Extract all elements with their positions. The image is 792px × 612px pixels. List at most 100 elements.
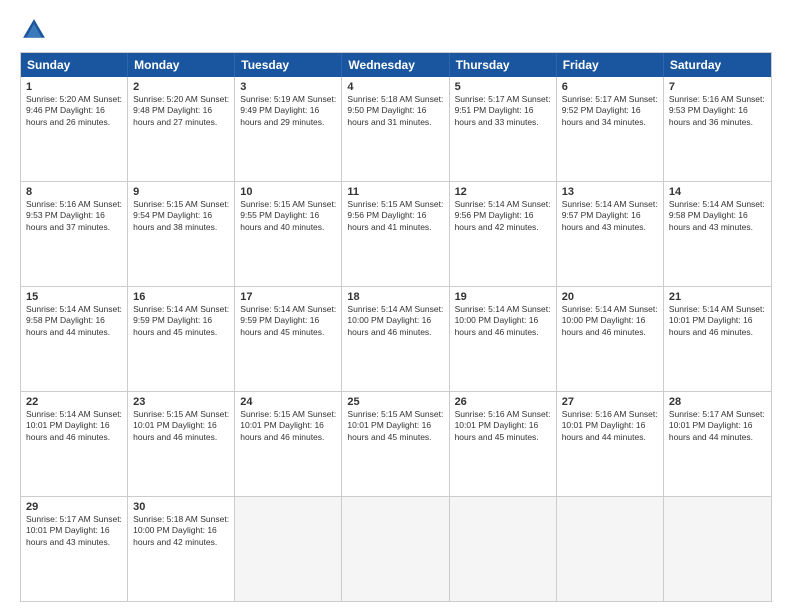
day-number: 5 [455, 81, 551, 93]
day-info: Sunrise: 5:14 AM Sunset: 10:01 PM Daylig… [669, 304, 766, 338]
day-number: 14 [669, 186, 766, 198]
day-number: 9 [133, 186, 229, 198]
day-info: Sunrise: 5:14 AM Sunset: 9:58 PM Dayligh… [669, 199, 766, 233]
logo [20, 16, 52, 44]
day-info: Sunrise: 5:14 AM Sunset: 9:58 PM Dayligh… [26, 304, 122, 338]
calendar-row: 1Sunrise: 5:20 AM Sunset: 9:46 PM Daylig… [21, 77, 771, 182]
day-info: Sunrise: 5:15 AM Sunset: 10:01 PM Daylig… [347, 409, 443, 443]
day-number: 8 [26, 186, 122, 198]
day-number: 26 [455, 396, 551, 408]
day-info: Sunrise: 5:15 AM Sunset: 10:01 PM Daylig… [133, 409, 229, 443]
calendar-cell: 1Sunrise: 5:20 AM Sunset: 9:46 PM Daylig… [21, 77, 128, 181]
day-number: 12 [455, 186, 551, 198]
day-info: Sunrise: 5:15 AM Sunset: 9:54 PM Dayligh… [133, 199, 229, 233]
header-friday: Friday [557, 53, 664, 77]
day-info: Sunrise: 5:18 AM Sunset: 9:50 PM Dayligh… [347, 94, 443, 128]
day-info: Sunrise: 5:14 AM Sunset: 9:57 PM Dayligh… [562, 199, 658, 233]
day-info: Sunrise: 5:17 AM Sunset: 9:52 PM Dayligh… [562, 94, 658, 128]
day-number: 19 [455, 291, 551, 303]
day-number: 28 [669, 396, 766, 408]
calendar-cell: 8Sunrise: 5:16 AM Sunset: 9:53 PM Daylig… [21, 182, 128, 286]
day-info: Sunrise: 5:17 AM Sunset: 10:01 PM Daylig… [669, 409, 766, 443]
calendar-row: 8Sunrise: 5:16 AM Sunset: 9:53 PM Daylig… [21, 182, 771, 287]
day-number: 3 [240, 81, 336, 93]
day-info: Sunrise: 5:18 AM Sunset: 10:00 PM Daylig… [133, 514, 229, 548]
day-number: 15 [26, 291, 122, 303]
day-number: 27 [562, 396, 658, 408]
day-number: 17 [240, 291, 336, 303]
calendar-cell: 4Sunrise: 5:18 AM Sunset: 9:50 PM Daylig… [342, 77, 449, 181]
header-wednesday: Wednesday [342, 53, 449, 77]
calendar-cell [235, 497, 342, 601]
calendar-cell: 25Sunrise: 5:15 AM Sunset: 10:01 PM Dayl… [342, 392, 449, 496]
header-thursday: Thursday [450, 53, 557, 77]
day-info: Sunrise: 5:14 AM Sunset: 10:00 PM Daylig… [455, 304, 551, 338]
calendar-cell [342, 497, 449, 601]
logo-icon [20, 16, 48, 44]
header-saturday: Saturday [664, 53, 771, 77]
day-info: Sunrise: 5:15 AM Sunset: 9:55 PM Dayligh… [240, 199, 336, 233]
calendar-cell: 11Sunrise: 5:15 AM Sunset: 9:56 PM Dayli… [342, 182, 449, 286]
calendar-cell: 21Sunrise: 5:14 AM Sunset: 10:01 PM Dayl… [664, 287, 771, 391]
day-info: Sunrise: 5:17 AM Sunset: 9:51 PM Dayligh… [455, 94, 551, 128]
calendar: Sunday Monday Tuesday Wednesday Thursday… [20, 52, 772, 602]
calendar-cell: 29Sunrise: 5:17 AM Sunset: 10:01 PM Dayl… [21, 497, 128, 601]
day-info: Sunrise: 5:20 AM Sunset: 9:48 PM Dayligh… [133, 94, 229, 128]
day-number: 7 [669, 81, 766, 93]
day-number: 29 [26, 501, 122, 513]
day-number: 24 [240, 396, 336, 408]
calendar-cell: 28Sunrise: 5:17 AM Sunset: 10:01 PM Dayl… [664, 392, 771, 496]
calendar-body: 1Sunrise: 5:20 AM Sunset: 9:46 PM Daylig… [21, 77, 771, 601]
calendar-cell: 7Sunrise: 5:16 AM Sunset: 9:53 PM Daylig… [664, 77, 771, 181]
calendar-cell: 23Sunrise: 5:15 AM Sunset: 10:01 PM Dayl… [128, 392, 235, 496]
day-info: Sunrise: 5:15 AM Sunset: 10:01 PM Daylig… [240, 409, 336, 443]
day-number: 4 [347, 81, 443, 93]
calendar-cell: 3Sunrise: 5:19 AM Sunset: 9:49 PM Daylig… [235, 77, 342, 181]
day-info: Sunrise: 5:14 AM Sunset: 9:59 PM Dayligh… [133, 304, 229, 338]
calendar-cell: 26Sunrise: 5:16 AM Sunset: 10:01 PM Dayl… [450, 392, 557, 496]
calendar-cell: 5Sunrise: 5:17 AM Sunset: 9:51 PM Daylig… [450, 77, 557, 181]
calendar-cell: 19Sunrise: 5:14 AM Sunset: 10:00 PM Dayl… [450, 287, 557, 391]
calendar-cell: 9Sunrise: 5:15 AM Sunset: 9:54 PM Daylig… [128, 182, 235, 286]
day-info: Sunrise: 5:17 AM Sunset: 10:01 PM Daylig… [26, 514, 122, 548]
day-info: Sunrise: 5:20 AM Sunset: 9:46 PM Dayligh… [26, 94, 122, 128]
day-number: 30 [133, 501, 229, 513]
day-info: Sunrise: 5:16 AM Sunset: 9:53 PM Dayligh… [26, 199, 122, 233]
day-info: Sunrise: 5:14 AM Sunset: 9:56 PM Dayligh… [455, 199, 551, 233]
day-info: Sunrise: 5:14 AM Sunset: 10:01 PM Daylig… [26, 409, 122, 443]
calendar-cell [557, 497, 664, 601]
day-info: Sunrise: 5:14 AM Sunset: 10:00 PM Daylig… [347, 304, 443, 338]
calendar-cell: 10Sunrise: 5:15 AM Sunset: 9:55 PM Dayli… [235, 182, 342, 286]
day-info: Sunrise: 5:14 AM Sunset: 9:59 PM Dayligh… [240, 304, 336, 338]
header-monday: Monday [128, 53, 235, 77]
day-number: 11 [347, 186, 443, 198]
calendar-cell [450, 497, 557, 601]
header-sunday: Sunday [21, 53, 128, 77]
calendar-cell: 2Sunrise: 5:20 AM Sunset: 9:48 PM Daylig… [128, 77, 235, 181]
calendar-cell [664, 497, 771, 601]
calendar-cell: 14Sunrise: 5:14 AM Sunset: 9:58 PM Dayli… [664, 182, 771, 286]
day-number: 13 [562, 186, 658, 198]
day-number: 22 [26, 396, 122, 408]
day-number: 20 [562, 291, 658, 303]
day-info: Sunrise: 5:16 AM Sunset: 10:01 PM Daylig… [562, 409, 658, 443]
header [20, 16, 772, 44]
calendar-cell: 6Sunrise: 5:17 AM Sunset: 9:52 PM Daylig… [557, 77, 664, 181]
day-number: 10 [240, 186, 336, 198]
calendar-cell: 27Sunrise: 5:16 AM Sunset: 10:01 PM Dayl… [557, 392, 664, 496]
calendar-row: 29Sunrise: 5:17 AM Sunset: 10:01 PM Dayl… [21, 497, 771, 601]
calendar-row: 22Sunrise: 5:14 AM Sunset: 10:01 PM Dayl… [21, 392, 771, 497]
calendar-cell: 12Sunrise: 5:14 AM Sunset: 9:56 PM Dayli… [450, 182, 557, 286]
day-info: Sunrise: 5:15 AM Sunset: 9:56 PM Dayligh… [347, 199, 443, 233]
day-info: Sunrise: 5:16 AM Sunset: 10:01 PM Daylig… [455, 409, 551, 443]
day-info: Sunrise: 5:19 AM Sunset: 9:49 PM Dayligh… [240, 94, 336, 128]
page: Sunday Monday Tuesday Wednesday Thursday… [0, 0, 792, 612]
day-number: 2 [133, 81, 229, 93]
day-number: 25 [347, 396, 443, 408]
day-number: 23 [133, 396, 229, 408]
calendar-cell: 18Sunrise: 5:14 AM Sunset: 10:00 PM Dayl… [342, 287, 449, 391]
calendar-cell: 20Sunrise: 5:14 AM Sunset: 10:00 PM Dayl… [557, 287, 664, 391]
day-number: 1 [26, 81, 122, 93]
day-info: Sunrise: 5:16 AM Sunset: 9:53 PM Dayligh… [669, 94, 766, 128]
day-number: 16 [133, 291, 229, 303]
